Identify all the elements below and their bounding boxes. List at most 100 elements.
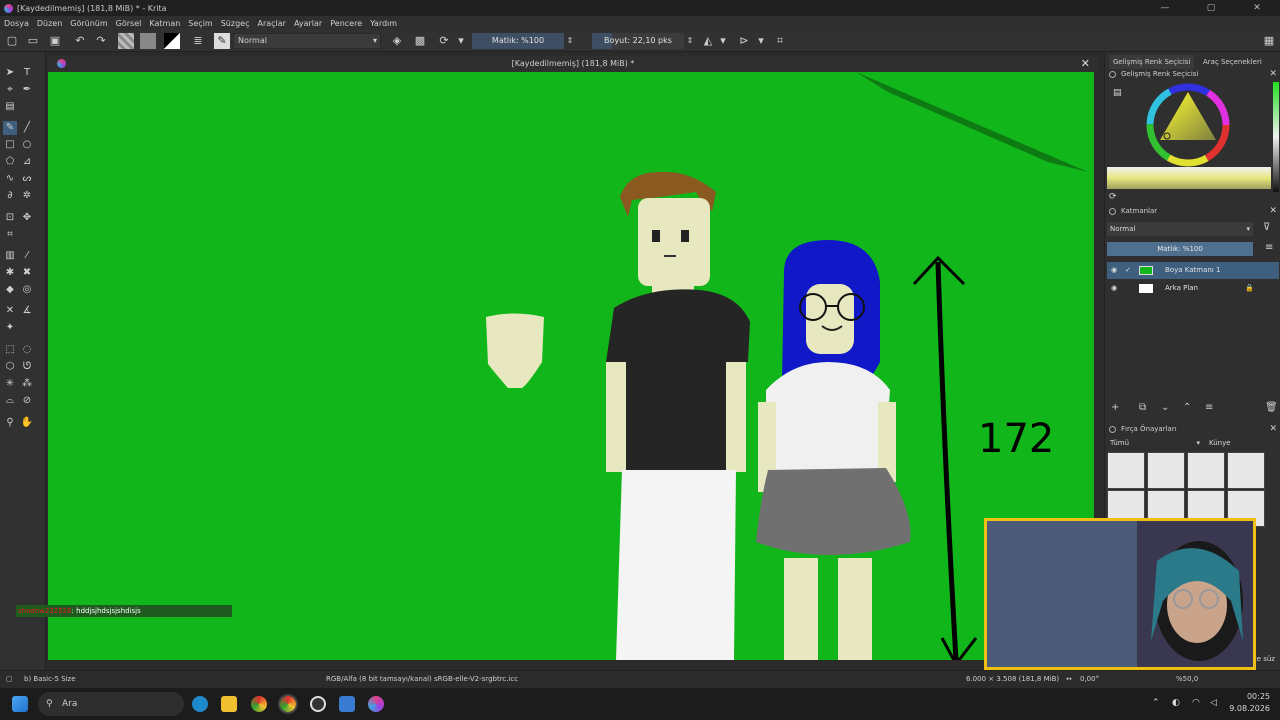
menu-secim[interactable]: Seçim (188, 19, 212, 28)
polygon-tool-icon[interactable]: ⬠ (3, 155, 17, 169)
menu-dosya[interactable]: Dosya (4, 19, 29, 28)
transform-tool-icon[interactable]: ⊡ (3, 211, 17, 225)
brush-filter-select[interactable]: Tümü ▾ (1107, 437, 1203, 450)
taskbar-search[interactable]: ⚲ Ara (38, 692, 184, 716)
duplicate-layer-icon[interactable]: ⧉ (1139, 402, 1146, 413)
measure-tool-icon[interactable]: ∡ (20, 304, 34, 318)
rotation-value[interactable]: 0,00° (1080, 671, 1099, 687)
gradient-tool-icon[interactable]: ▥ (3, 249, 17, 263)
ellipse-tool-icon[interactable]: ○ (20, 138, 34, 152)
polyline-tool-icon[interactable]: ⊿ (20, 155, 34, 169)
lock-icon[interactable]: 🔒 (1245, 280, 1254, 297)
reference-images-icon[interactable]: ✦ (3, 321, 17, 335)
edit-shapes-icon[interactable]: ⌖ (3, 83, 17, 97)
clock-time[interactable]: 00:25 (1226, 692, 1270, 701)
menu-katman[interactable]: Katman (149, 19, 180, 28)
line-tool-icon[interactable]: ╱ (20, 121, 34, 135)
polygon-select-icon[interactable]: ⬡ (3, 360, 17, 374)
refresh-icon[interactable]: ⟳ (1109, 192, 1117, 202)
menu-duzen[interactable]: Düzen (37, 19, 62, 28)
tab-advanced-color-selector[interactable]: Gelişmiş Renk Seçicisi (1109, 55, 1195, 69)
workspace-icon[interactable]: ▦ (1261, 33, 1277, 49)
krita-taskbar-icon[interactable] (368, 696, 384, 712)
layers-blend-select[interactable]: Normal ▾ (1107, 222, 1253, 236)
enclose-fill-icon[interactable]: ◎ (20, 283, 34, 297)
freehand-path-icon[interactable]: ᔕ (20, 172, 34, 186)
pattern-icon[interactable] (140, 33, 156, 49)
calligraphy-icon[interactable]: ✒ (20, 83, 34, 97)
move-tool-icon[interactable]: ✥ (20, 211, 34, 225)
menu-gorsel[interactable]: Görsel (116, 19, 142, 28)
brush-preset-cell[interactable] (1227, 452, 1265, 489)
add-layer-icon[interactable]: + (1111, 402, 1119, 413)
menu-araclar[interactable]: Araçlar (257, 19, 285, 28)
delete-layer-icon[interactable]: 🗑 (1265, 402, 1278, 413)
eye-icon[interactable]: ◉ (1111, 262, 1117, 279)
alpha-lock-icon[interactable]: ▩ (412, 33, 428, 49)
chevron-down-icon[interactable]: ▾ (756, 33, 766, 49)
brush-preset-icon[interactable]: ✎ (214, 33, 230, 49)
pan-tool-icon[interactable]: ✋ (20, 416, 34, 430)
network-icon[interactable]: ◐ (1172, 698, 1180, 708)
chrome-active-icon[interactable] (278, 694, 298, 714)
document-tab[interactable]: [Kaydedilmemiş] (181,8 MiB) * ✕ (48, 56, 1098, 72)
dock-close-icon[interactable]: ✕ (1269, 423, 1277, 436)
wrap-around-icon[interactable]: ⌗ (772, 33, 788, 49)
new-document-icon[interactable]: ▢ (4, 33, 20, 49)
blend-mode-select[interactable]: Normal ▾ (233, 33, 381, 49)
app-icon[interactable] (339, 696, 355, 712)
minimize-button[interactable]: — (1142, 0, 1188, 16)
mirror-vertical-icon[interactable]: ⊳ (736, 33, 752, 49)
color-history-strip[interactable] (1273, 82, 1279, 192)
menu-suzgec[interactable]: Süzgeç (221, 19, 250, 28)
dock-close-icon[interactable]: ✕ (1269, 68, 1277, 81)
tray-chevron-icon[interactable]: ⌃ (1152, 698, 1160, 708)
brush-preset-cell[interactable] (1187, 452, 1225, 489)
freehand-brush-icon[interactable]: ✎ (3, 121, 17, 135)
close-document-icon[interactable]: ✕ (1081, 56, 1090, 72)
brush-preset-cell[interactable] (1107, 452, 1145, 489)
close-window-button[interactable]: ✕ (1234, 0, 1280, 16)
move-up-icon[interactable]: ⌃ (1183, 402, 1191, 413)
text-tool-icon[interactable]: T (20, 66, 34, 80)
undo-icon[interactable]: ↶ (72, 33, 88, 49)
similar-select-icon[interactable]: ⁂ (20, 377, 34, 391)
bezier-tool-icon[interactable]: ∿ (3, 172, 17, 186)
mirror-horizontal-icon[interactable]: ◭ (700, 33, 716, 49)
layer-row[interactable]: ◉ Arka Plan 🔒 (1107, 280, 1279, 297)
menu-pencere[interactable]: Pencere (330, 19, 362, 28)
dynamic-brush-icon[interactable]: ∂ (3, 189, 17, 203)
ellipse-select-icon[interactable]: ◌ (20, 343, 34, 357)
menu-gorunum[interactable]: Görünüm (70, 19, 107, 28)
chevron-down-icon[interactable]: ▾ (456, 33, 466, 49)
obs-icon[interactable] (310, 696, 326, 712)
layer-properties-icon[interactable]: ≡ (1205, 402, 1213, 413)
multibrush-icon[interactable]: ✲ (20, 189, 34, 203)
rect-select-icon[interactable]: ⬚ (3, 343, 17, 357)
assistant-icon[interactable]: ▤ (3, 100, 17, 114)
brush-tag-label[interactable]: Künye (1209, 437, 1231, 450)
assistant-tool-icon[interactable]: ✕ (3, 304, 17, 318)
opacity-slider[interactable]: Matlık: %100 (472, 33, 564, 49)
save-icon[interactable]: ▣ (47, 33, 63, 49)
freehand-select-icon[interactable]: ᘎ (20, 360, 34, 374)
filter-icon[interactable]: ⊽ (1263, 222, 1270, 233)
dock-settings-icon[interactable] (1109, 208, 1116, 215)
rectangle-tool-icon[interactable]: □ (3, 138, 17, 152)
color-gradient-strip[interactable] (1107, 167, 1271, 189)
dock-settings-icon[interactable] (1109, 426, 1116, 433)
size-slider[interactable]: Boyut: 22,10 pks (592, 33, 684, 49)
eraser-icon[interactable]: ◈ (389, 33, 405, 49)
chrome-icon[interactable] (251, 696, 267, 712)
maximize-button[interactable]: ▢ (1188, 0, 1234, 16)
brush-preset-cell[interactable] (1147, 452, 1185, 489)
eye-icon[interactable]: ◉ (1111, 280, 1117, 297)
color-picker-icon[interactable]: ⁄ (20, 249, 34, 263)
bezier-select-icon[interactable]: ⌓ (3, 394, 17, 408)
smart-patch-icon[interactable]: ✖ (20, 266, 34, 280)
fg-bg-color-icon[interactable] (164, 33, 180, 49)
tab-tool-options[interactable]: Araç Seçenekleri (1199, 55, 1266, 69)
layers-menu-icon[interactable]: ≡ (1265, 242, 1273, 253)
select-shapes-icon[interactable]: ➤ (3, 66, 17, 80)
magnetic-select-icon[interactable]: ⊘ (20, 394, 34, 408)
